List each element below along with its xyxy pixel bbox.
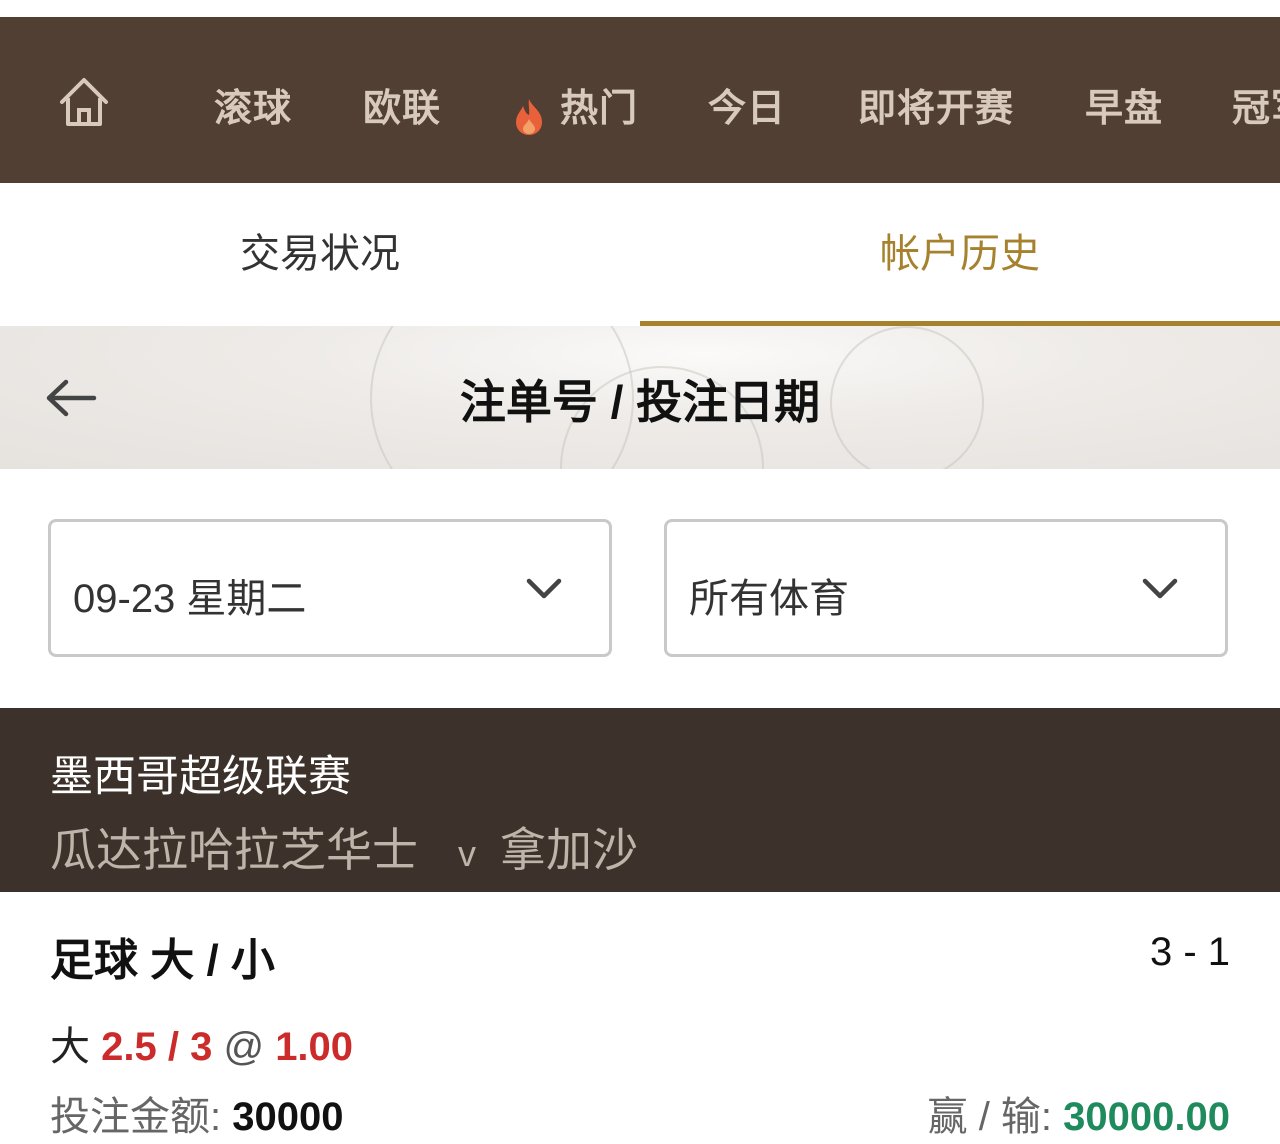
versus-label: v: [458, 833, 476, 874]
tab-account-history[interactable]: 帐户历史: [640, 183, 1280, 326]
league-header: 墨西哥超级联赛 瓜达拉哈拉芝华士 v 拿加沙: [0, 708, 1280, 892]
match-teams: 瓜达拉哈拉芝华士 v 拿加沙: [50, 814, 638, 880]
page-title: 注单号 / 投注日期: [459, 376, 821, 428]
win-loss: 赢 / 输: 30000.00: [928, 1084, 1230, 1142]
stake-amount: 投注金额: 30000: [50, 1084, 343, 1142]
nav-item-today[interactable]: 今日: [708, 77, 786, 132]
winloss-value: 30000.00: [1063, 1095, 1230, 1139]
stake-value: 30000: [232, 1095, 344, 1139]
home-team: 瓜达拉哈拉芝华士: [50, 824, 418, 876]
match-score: 3 - 1: [1149, 930, 1230, 974]
bet-selection: 大 2.5 / 3 @ 1.00: [50, 1014, 353, 1072]
fire-icon: [516, 99, 542, 135]
league-name: 墨西哥超级联赛: [50, 753, 351, 801]
chevron-down-icon: [1142, 578, 1178, 599]
pick-line: 2.5 / 3: [101, 1025, 213, 1069]
nav-item-champion[interactable]: 冠军: [1232, 77, 1280, 132]
away-team: 拿加沙: [500, 824, 638, 876]
title-bar: 注单号 / 投注日期: [0, 326, 1280, 469]
nav-item-early[interactable]: 早盘: [1085, 77, 1163, 132]
tab-transaction-status[interactable]: 交易状况: [0, 183, 640, 326]
status-gap: [0, 0, 1280, 17]
bet-record: 足球 大 / 小 3 - 1 大 2.5 / 3 @ 1.00 投注金额: 30…: [0, 892, 1280, 1144]
winloss-label: 赢 / 输:: [927, 1095, 1053, 1139]
top-nav: 滚球 欧联 热门 今日 即将开赛 早盘 冠军: [0, 17, 1280, 183]
nav-item-hot[interactable]: 热门: [560, 77, 638, 132]
sport-select[interactable]: 所有体育: [664, 519, 1228, 657]
nav-item-europa[interactable]: 欧联: [363, 77, 441, 132]
account-subtabs: 交易状况 帐户历史: [0, 183, 1280, 326]
pick-odds: 1.00: [275, 1025, 354, 1069]
date-select[interactable]: 09-23 星期二: [48, 519, 612, 657]
pick-at: @: [223, 1025, 265, 1069]
home-icon[interactable]: [56, 74, 112, 130]
chevron-down-icon: [526, 578, 562, 599]
nav-item-upcoming[interactable]: 即将开赛: [858, 77, 1014, 132]
nav-item-live[interactable]: 滚球: [214, 77, 292, 132]
bet-type: 足球 大 / 小: [50, 936, 275, 985]
stake-label: 投注金额:: [50, 1095, 222, 1139]
pick-side: 大: [50, 1025, 90, 1069]
sport-select-value: 所有体育: [689, 577, 849, 621]
filter-bar: 09-23 星期二 所有体育: [0, 469, 1280, 708]
date-select-value: 09-23 星期二: [73, 577, 307, 621]
